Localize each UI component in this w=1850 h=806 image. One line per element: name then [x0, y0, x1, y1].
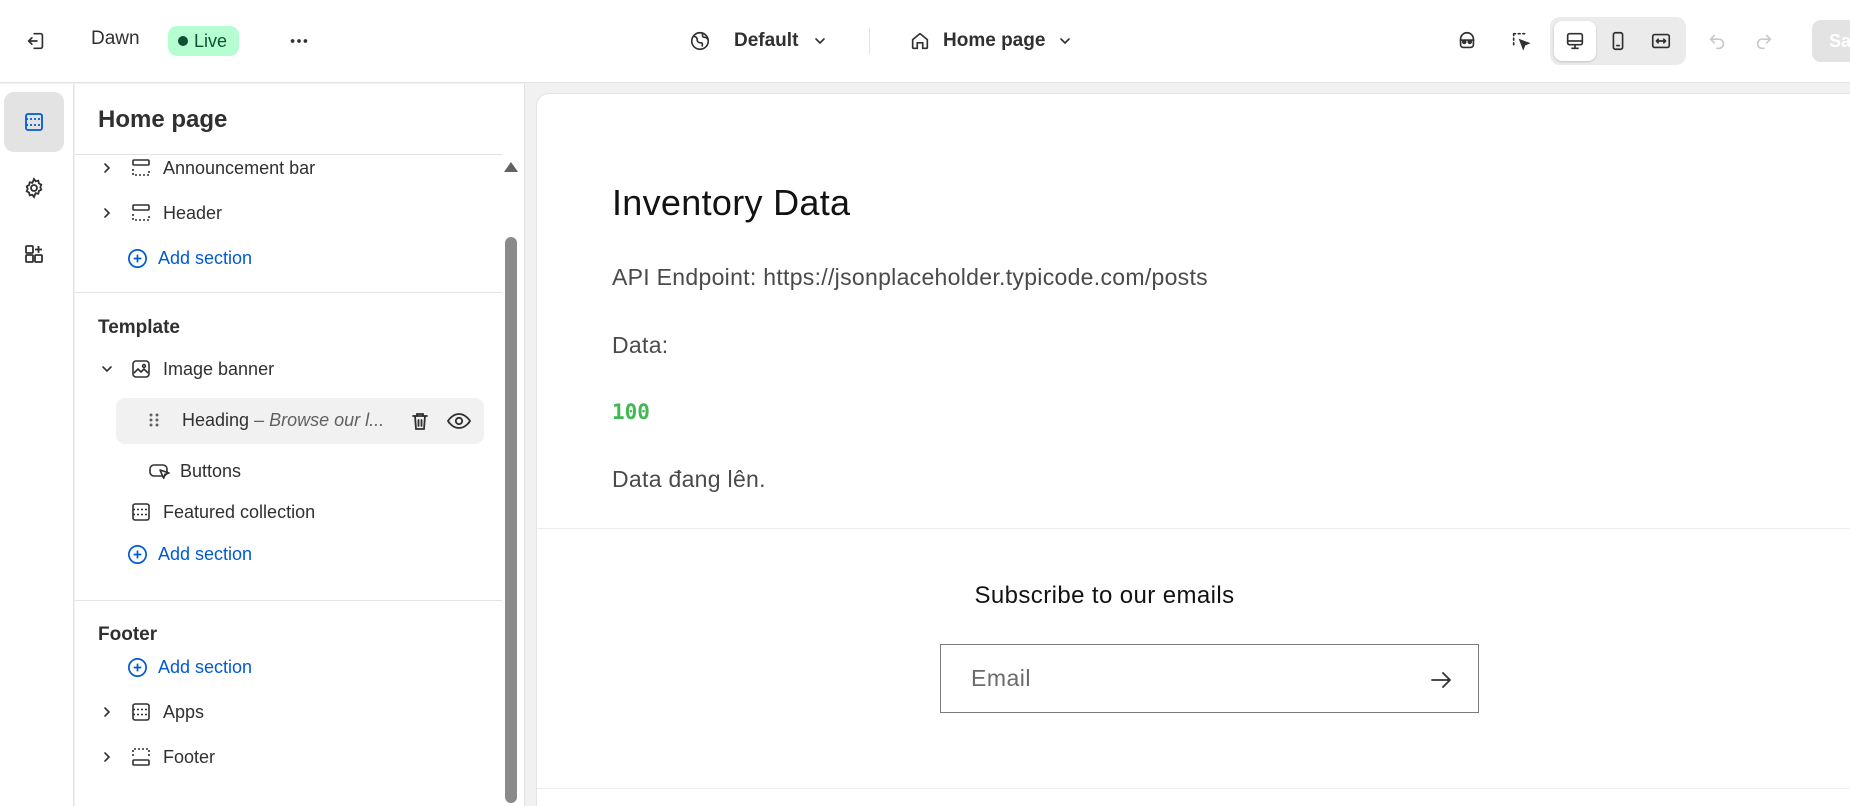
sections-icon[interactable] [4, 92, 64, 152]
live-label: Live [194, 30, 228, 51]
plus-circle-icon [126, 247, 149, 270]
section-label: Announcement bar [163, 157, 316, 178]
settings-icon[interactable] [4, 158, 64, 218]
globe-icon [680, 21, 720, 61]
block-label: Heading [182, 410, 250, 430]
button-cursor-icon [148, 460, 172, 482]
section-layout-icon [129, 700, 153, 724]
page-selector[interactable]: Home page [903, 21, 1077, 61]
status-text: Data đang lên. [612, 466, 766, 492]
add-section-label: Add section [158, 247, 253, 268]
top-bar: Dawn Live Default Home page Sa [0, 0, 1850, 83]
section-layout-icon [129, 201, 153, 225]
subscribe-title: Subscribe to our emails [974, 582, 1235, 609]
live-badge: Live [168, 26, 240, 56]
apps-icon[interactable] [4, 224, 64, 284]
section-header[interactable]: Header [95, 193, 222, 233]
preview-divider [537, 788, 1850, 789]
language-label: Default [734, 30, 799, 51]
left-rail [0, 84, 74, 806]
exit-icon[interactable] [16, 21, 56, 61]
trash-icon[interactable] [408, 409, 432, 438]
chevron-down-icon [808, 29, 832, 53]
section-image-banner[interactable]: Image banner [95, 349, 274, 389]
scrollbar-thumb[interactable] [505, 237, 517, 803]
eye-icon[interactable] [446, 409, 472, 438]
chevron-right-icon[interactable] [95, 201, 119, 225]
drag-handle-icon[interactable] [144, 409, 164, 436]
block-buttons[interactable]: Buttons [148, 451, 241, 491]
chevron-down-icon[interactable] [95, 357, 119, 381]
section-label: Header [163, 202, 223, 223]
data-value: 100 [612, 400, 650, 424]
section-apps[interactable]: Apps [95, 692, 204, 732]
section-layout-icon [129, 745, 153, 769]
block-heading[interactable]: Heading – Browse our l... [116, 398, 484, 444]
section-label: Footer [163, 746, 216, 767]
email-field[interactable]: Email [940, 644, 1479, 713]
chevron-right-icon[interactable] [95, 745, 119, 769]
api-endpoint-text: API Endpoint: https://jsonplaceholder.ty… [612, 264, 1208, 290]
plus-circle-icon [126, 656, 149, 679]
section-label: Featured collection [163, 501, 316, 522]
chevron-right-icon[interactable] [95, 156, 119, 180]
theme-preview: Inventory Data API Endpoint: https://jso… [537, 94, 1850, 806]
panel-title: Home page [98, 106, 228, 133]
home-icon [903, 21, 937, 61]
scroll-up-icon[interactable] [504, 162, 518, 172]
theme-name: Dawn [91, 28, 140, 49]
section-layout-icon [129, 156, 153, 180]
plus-circle-icon [126, 543, 149, 566]
footer-group-title: Footer [98, 624, 158, 645]
image-icon [129, 357, 153, 381]
sections-panel: Home page Announcement bar Header Add se… [75, 84, 525, 806]
section-label: Apps [163, 701, 205, 722]
group-divider [75, 600, 502, 601]
block-label: Buttons [180, 460, 242, 481]
group-divider [75, 292, 502, 293]
redo-icon[interactable] [1744, 21, 1784, 61]
data-label: Data: [612, 332, 669, 358]
add-section-label: Add section [158, 543, 253, 564]
more-actions-icon[interactable] [279, 21, 319, 61]
save-button[interactable]: Save [1812, 20, 1850, 62]
section-footer[interactable]: Footer [95, 737, 215, 777]
section-featured-collection[interactable]: Featured collection [95, 492, 315, 532]
template-group-title: Template [98, 317, 181, 338]
undo-icon[interactable] [1697, 21, 1737, 61]
inspector-icon[interactable] [1501, 21, 1541, 61]
add-section-template-link[interactable]: Add section [126, 534, 252, 574]
section-layout-icon [129, 500, 153, 524]
email-placeholder: Email [971, 665, 1032, 691]
inventory-title: Inventory Data [612, 182, 851, 223]
sidekick-icon[interactable] [1447, 21, 1487, 61]
arrow-right-icon[interactable] [1428, 667, 1454, 693]
chevron-down-icon [1053, 29, 1077, 53]
language-selector[interactable]: Default [680, 21, 832, 61]
block-label-group: Heading – Browse our l... [182, 410, 384, 431]
mobile-icon[interactable] [1597, 21, 1639, 61]
device-toggle-group [1550, 17, 1686, 65]
chevron-right-icon[interactable] [95, 700, 119, 724]
desktop-icon[interactable] [1554, 21, 1596, 61]
add-section-header-link[interactable]: Add section [126, 238, 252, 278]
topbar-divider [869, 28, 870, 54]
live-dot-icon [178, 36, 188, 46]
add-section-label: Add section [158, 656, 253, 677]
block-detail: – Browse our l... [254, 410, 385, 430]
section-label: Image banner [163, 358, 275, 379]
preview-divider [537, 528, 1850, 529]
full-width-icon[interactable] [1640, 21, 1682, 61]
add-section-footer-link[interactable]: Add section [126, 647, 252, 687]
section-announcement-bar[interactable]: Announcement bar [95, 148, 315, 188]
page-label: Home page [943, 30, 1046, 51]
